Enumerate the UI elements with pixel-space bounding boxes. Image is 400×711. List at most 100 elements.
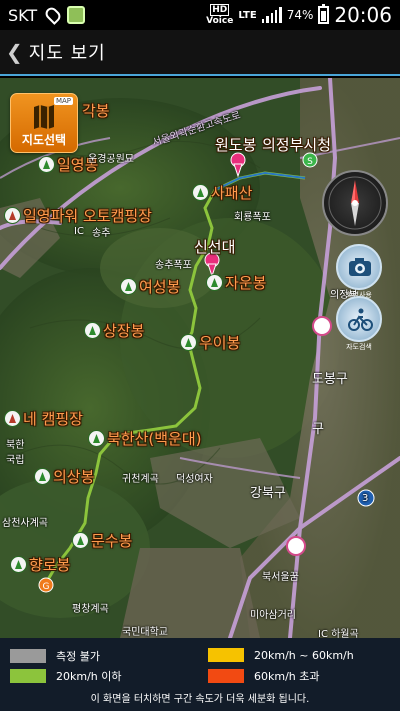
hd-voice-indicator: HD Voice bbox=[206, 4, 233, 26]
map-text: IC bbox=[74, 226, 84, 237]
map-text: 구 bbox=[312, 422, 324, 437]
legend-item: 측정 불가 bbox=[10, 648, 100, 664]
map-text: 도봉구 bbox=[312, 372, 348, 387]
poi-label: 의정부시청 bbox=[262, 136, 332, 154]
poi-label: 상장봉 bbox=[103, 322, 145, 340]
legend-label: 20km/h ~ 60km/h bbox=[254, 648, 354, 662]
mountain-icon bbox=[88, 430, 105, 447]
mountain-icon bbox=[72, 532, 89, 549]
poi-city-hall[interactable]: 의정부시청 bbox=[262, 134, 331, 155]
compass-icon bbox=[328, 176, 382, 230]
map-text: 운경공원묘 bbox=[88, 154, 134, 165]
mountain-icon bbox=[192, 184, 209, 201]
cyclist-button-caption: 자도검색 bbox=[346, 343, 372, 351]
map-text: 국민대학교 bbox=[122, 627, 168, 638]
map-text: 미아삼거리 bbox=[250, 610, 296, 621]
cyclist-icon bbox=[348, 308, 373, 331]
legend-label: 20km/h 이하 bbox=[56, 670, 122, 683]
legend-item: 20km/h 이하 bbox=[10, 668, 122, 684]
poi-sapaesan[interactable]: 사패산 bbox=[192, 182, 252, 203]
mountain-icon bbox=[84, 322, 101, 339]
clock: 20:06 bbox=[334, 3, 392, 27]
map-text: 삼천사계곡 bbox=[2, 518, 48, 529]
folded-map-icon bbox=[34, 105, 54, 129]
poi-label: 향로봉 bbox=[29, 556, 71, 574]
legend-swatch bbox=[208, 648, 244, 662]
status-bar: SKT HD Voice LTE 74% 20:06 bbox=[0, 0, 400, 30]
compass[interactable] bbox=[322, 170, 388, 236]
battery-icon bbox=[318, 4, 330, 24]
legend-swatch bbox=[208, 669, 244, 683]
poi-label: 여성봉 bbox=[139, 278, 181, 296]
voice-label: Voice bbox=[206, 16, 234, 26]
mountain-icon bbox=[34, 468, 51, 485]
map-select-button[interactable]: MAP 지도선택 bbox=[10, 93, 78, 153]
map-text: 평창계곡 bbox=[72, 604, 109, 615]
legend-swatch bbox=[10, 669, 46, 683]
map-select-label: 지도선택 bbox=[21, 133, 67, 147]
map-text: 강북구 bbox=[250, 486, 286, 501]
map-text: 북한 국립 bbox=[6, 440, 25, 466]
map-text: 송추 bbox=[92, 228, 111, 239]
camera-icon bbox=[349, 258, 371, 276]
map-text: 덕성여자 bbox=[176, 474, 213, 485]
speed-legend[interactable]: 측정 불가 20km/h 이하 20km/h ~ 60km/h 60km/h 초… bbox=[0, 638, 400, 711]
legend-label: 60km/h 초과 bbox=[254, 670, 320, 683]
network-type: LTE bbox=[238, 9, 257, 21]
poi-label: 원도봉 bbox=[215, 136, 257, 154]
poi-label: 네 캠핑장 bbox=[23, 410, 83, 428]
map-tag: MAP bbox=[53, 97, 73, 105]
poi-label: 사패산 bbox=[211, 184, 253, 202]
map-text: 북서울꿈 bbox=[262, 572, 299, 583]
poi-uisangbong[interactable]: 의상봉 bbox=[34, 466, 94, 487]
map-text: IC 하월곡 bbox=[318, 629, 359, 638]
legend-note: 이 화면을 터치하면 구간 속도가 더욱 세분화 됩니다. bbox=[90, 694, 310, 705]
poi-label: 의상봉 bbox=[53, 468, 95, 486]
legend-item: 60km/h 초과 bbox=[208, 668, 320, 684]
map-text: 회룡폭포 bbox=[234, 212, 271, 223]
page-title: 지도 보기 bbox=[28, 43, 106, 64]
svg-text:S: S bbox=[307, 157, 313, 167]
svg-text:G: G bbox=[43, 582, 50, 592]
cyclist-search-button[interactable]: 자도검색 bbox=[336, 296, 382, 351]
poi-label: 일영파워 오토캠핑장 bbox=[23, 207, 152, 225]
legend-swatch bbox=[10, 649, 46, 663]
mountain-icon bbox=[206, 274, 223, 291]
hd-label: HD bbox=[210, 4, 230, 16]
map-text: 귀천계곡 bbox=[122, 474, 159, 485]
poi-sinseondae[interactable]: 신선대 bbox=[194, 236, 235, 257]
route-number: 3 bbox=[362, 493, 369, 504]
map-text: 송추폭포 bbox=[155, 260, 192, 271]
poi-start-label[interactable]: 원도봉 bbox=[215, 134, 256, 155]
poi-yeoseongbong[interactable]: 여성봉 bbox=[120, 276, 180, 297]
chevron-left-icon[interactable]: ❮ bbox=[6, 40, 23, 64]
map-view[interactable]: S G 각봉 일영봉 일영파워 오토캠핑장 사패산 원도봉 의정부시청 신선대 … bbox=[0, 78, 400, 638]
mountain-icon bbox=[180, 334, 197, 351]
mountain-icon bbox=[38, 156, 55, 173]
app-notification-icon bbox=[67, 6, 86, 24]
poi-jaunbong[interactable]: 자운봉 bbox=[206, 272, 266, 293]
poi-label: 우이봉 bbox=[199, 334, 241, 352]
poi-munsubong[interactable]: 문수봉 bbox=[72, 530, 132, 551]
carrier-label: SKT bbox=[8, 5, 38, 25]
camping-icon bbox=[4, 207, 21, 224]
poi-label: 자운봉 bbox=[225, 274, 267, 292]
signal-icon bbox=[261, 7, 282, 23]
mountain-icon bbox=[120, 278, 137, 295]
poi-camping[interactable]: 네 캠핑장 bbox=[4, 408, 83, 429]
poi-sangjangbong[interactable]: 상장봉 bbox=[84, 320, 144, 341]
poi-label: 신선대 bbox=[194, 238, 236, 256]
poi-uibong[interactable]: 우이봉 bbox=[180, 332, 240, 353]
camera-button[interactable]: 화면사용 bbox=[336, 244, 382, 299]
camping-icon bbox=[4, 410, 21, 427]
legend-item: 20km/h ~ 60km/h bbox=[208, 648, 354, 662]
poi-bukhansan[interactable]: 북한산(백운대) bbox=[88, 428, 202, 449]
poi-gakbong[interactable]: 각봉 bbox=[82, 100, 110, 121]
poi-camp-ilyeong[interactable]: 일영파워 오토캠핑장 bbox=[4, 205, 152, 226]
poi-hyangrobong[interactable]: 향로봉 bbox=[10, 554, 70, 575]
poi-label: 각봉 bbox=[82, 102, 110, 120]
mountain-icon bbox=[10, 556, 27, 573]
poi-label: 문수봉 bbox=[91, 532, 133, 550]
poi-label: 북한산(백운대) bbox=[107, 430, 202, 448]
legend-label: 측정 불가 bbox=[56, 650, 100, 663]
